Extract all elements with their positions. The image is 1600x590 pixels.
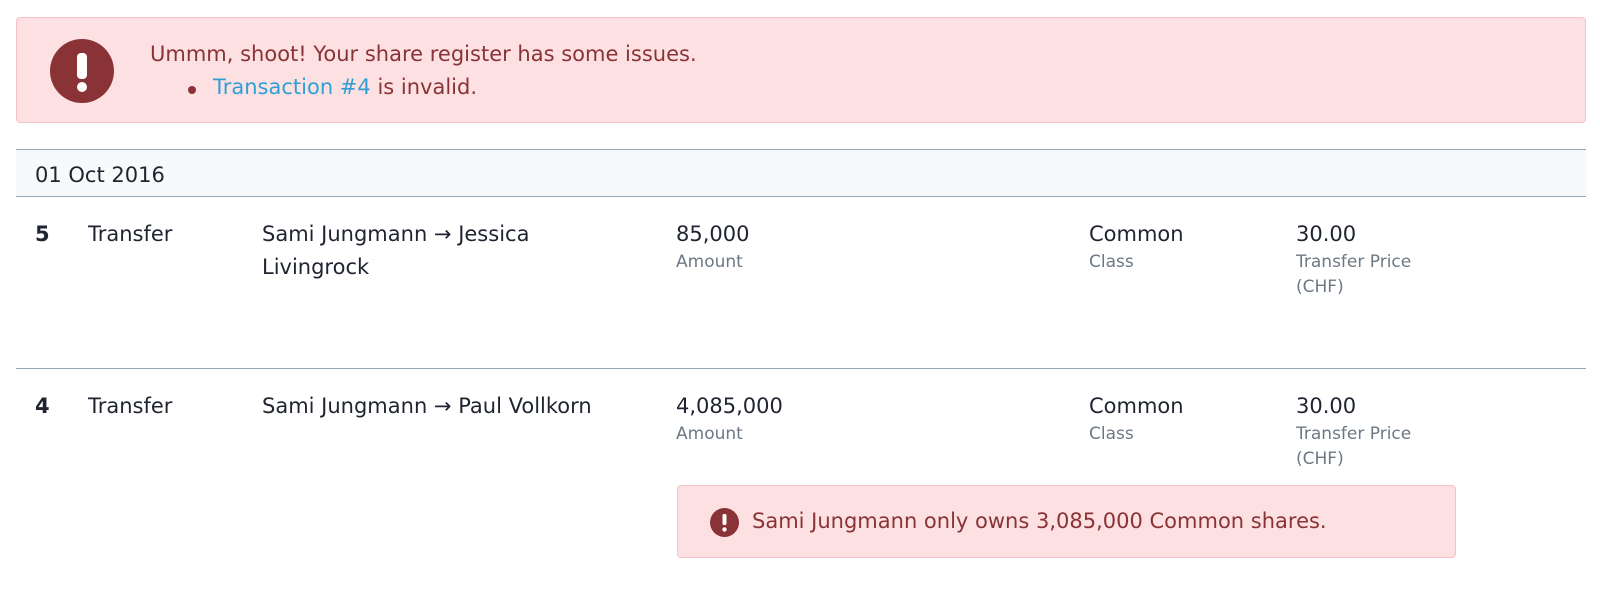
amount-label: Amount: [676, 252, 743, 272]
error-alert-banner: Ummm, shoot! Your share register has som…: [16, 17, 1586, 123]
alert-item-suffix: is invalid.: [370, 75, 478, 99]
transaction-link[interactable]: Transaction #4: [213, 75, 371, 99]
transaction-price: 30.00: [1296, 222, 1357, 246]
class-label: Class: [1089, 252, 1134, 272]
date-group-header: 01 Oct 2016: [16, 149, 1586, 197]
price-label: Transfer Price (CHF): [1296, 424, 1412, 469]
transaction-error-message: Sami Jungmann only owns 3,085,000 Common…: [752, 509, 1327, 533]
transaction-class: Common: [1089, 222, 1184, 246]
row-divider: [16, 368, 1586, 369]
price-label: Transfer Price (CHF): [1296, 252, 1412, 297]
transaction-number: 4: [35, 394, 50, 418]
transaction-parties: Sami Jungmann → Paul Vollkorn: [262, 394, 592, 418]
transaction-error-alert: Sami Jungmann only owns 3,085,000 Common…: [677, 485, 1456, 558]
share-register-page: Ummm, shoot! Your share register has som…: [0, 0, 1600, 590]
transaction-type: Transfer: [88, 222, 173, 246]
exclamation-circle-icon: [710, 508, 739, 537]
alert-title: Ummm, shoot! Your share register has som…: [150, 42, 697, 66]
transaction-amount: 4,085,000: [676, 394, 783, 418]
bullet-icon: [188, 86, 196, 94]
transaction-class: Common: [1089, 394, 1184, 418]
alert-list-item: Transaction #4 is invalid.: [213, 75, 477, 99]
transaction-type: Transfer: [88, 394, 173, 418]
exclamation-circle-icon: [50, 39, 114, 103]
date-label: 01 Oct 2016: [35, 163, 165, 187]
transaction-amount: 85,000: [676, 222, 750, 246]
transaction-number: 5: [35, 222, 50, 246]
transaction-price: 30.00: [1296, 394, 1357, 418]
transaction-parties: Sami Jungmann → Jessica Livingrock: [262, 222, 530, 279]
amount-label: Amount: [676, 424, 743, 444]
class-label: Class: [1089, 424, 1134, 444]
